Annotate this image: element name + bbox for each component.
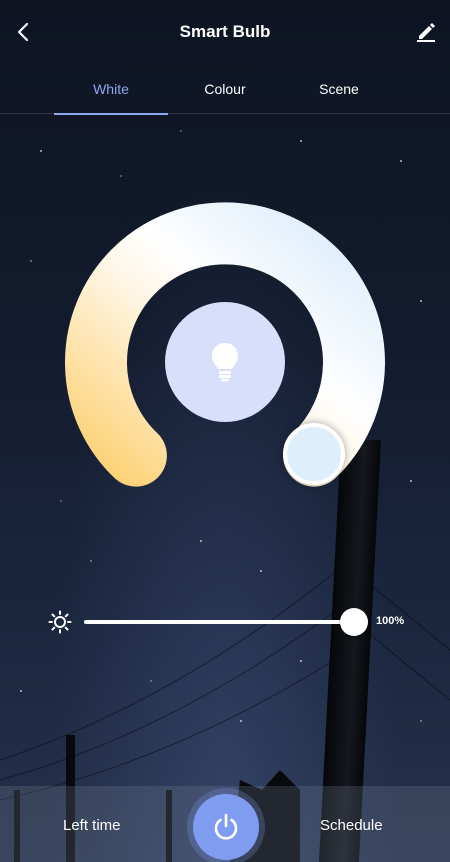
white-preset-button[interactable] <box>165 302 285 422</box>
brightness-thumb[interactable] <box>340 608 368 636</box>
page-title: Smart Bulb <box>179 22 271 41</box>
back-button[interactable] <box>12 20 36 44</box>
tab-white[interactable]: White <box>54 64 168 115</box>
power-button[interactable] <box>193 794 259 860</box>
temperature-knob[interactable] <box>283 423 345 485</box>
fence-wires <box>0 559 450 862</box>
brightness-track[interactable] <box>84 620 354 624</box>
lightbulb-icon <box>212 343 238 382</box>
schedule-button[interactable]: Schedule <box>320 817 383 834</box>
app-header: Smart Bulb <box>0 0 450 64</box>
tab-colour[interactable]: Colour <box>168 64 282 114</box>
chevron-left-icon <box>17 22 29 42</box>
bottom-bar: Left time Schedule <box>0 786 450 862</box>
edit-button[interactable] <box>414 19 438 43</box>
power-icon <box>214 813 238 840</box>
left-time-button[interactable]: Left time <box>63 817 121 834</box>
mode-tabs: White Colour Scene <box>0 64 450 115</box>
night-sky-background <box>0 0 450 862</box>
pencil-icon <box>417 23 435 42</box>
brightness-control: 100% <box>0 602 450 642</box>
brightness-value: 100% <box>376 615 405 627</box>
tab-scene[interactable]: Scene <box>282 64 396 114</box>
sun-icon <box>48 610 72 634</box>
